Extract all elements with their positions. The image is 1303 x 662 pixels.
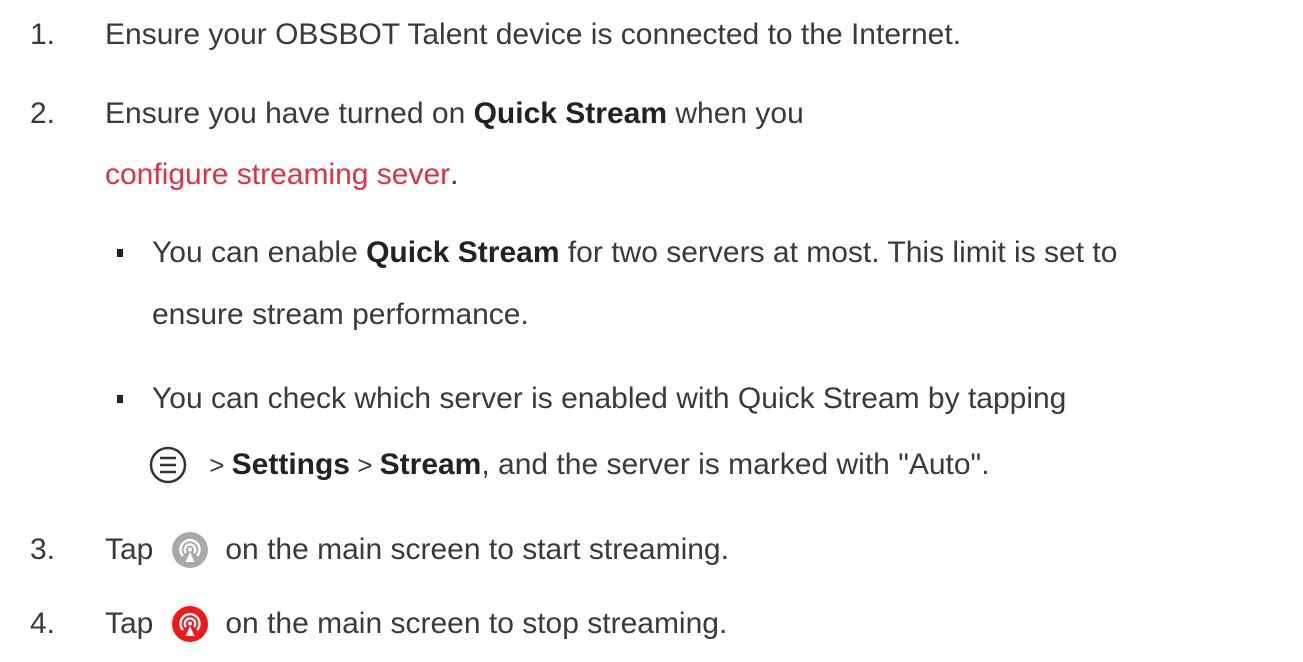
stream-label: Stream [379,448,482,481]
step-text: Ensure you have turned on Quick Stream w… [105,94,804,134]
step-number: 4. [30,607,56,640]
step-text-pre: Tap [105,607,154,640]
note-text-line2: ensure stream performance. [152,298,529,331]
step-number: 1. [30,18,56,51]
bullet-icon [117,395,123,403]
breadcrumb-separator: > [350,450,380,480]
note-text: You can enable Quick Stream for two serv… [152,233,1117,273]
configure-streaming-server-link[interactable]: configure streaming sever [105,155,450,195]
step-text-line2: configure streaming sever . [105,155,459,195]
instructions-document: 1. Ensure your OBSBOT Talent device is c… [0,0,1303,662]
quick-stream-label: Quick Stream [366,236,560,269]
breadcrumb-separator: > [202,450,232,480]
step-text-pre: Tap [105,533,154,566]
step-text-post: on the main screen to start streaming. [225,533,729,566]
step-text: Ensure your OBSBOT Talent device is conn… [105,18,962,51]
step-text: Tap on the main screen to start streamin… [105,530,729,570]
step-text: Tap on the main screen to stop streaming… [105,604,727,644]
note-text: You can check which server is enabled wi… [152,382,1067,415]
step-number: 3. [30,533,56,566]
note-text-post: for two servers at most. This limit is s… [559,236,1118,269]
note-text-pre: You can enable [152,236,367,269]
step-text-period: . [450,158,459,191]
quick-stream-label: Quick Stream [473,97,668,130]
step-text-pre: Ensure you have turned on [105,97,474,130]
bullet-icon [117,249,123,257]
step-text-post: when you [667,97,804,130]
step-number: 2. [30,97,56,130]
hamburger-menu-icon [148,445,188,485]
settings-label: Settings [231,448,350,481]
note-text-post: , and the server is marked with "Auto". [481,448,990,481]
stream-stop-icon [171,605,209,643]
step-text-post: on the main screen to stop streaming. [225,607,728,640]
note-text-line2: > Settings > Stream , and the server is … [148,445,990,485]
stream-start-icon [171,531,209,569]
